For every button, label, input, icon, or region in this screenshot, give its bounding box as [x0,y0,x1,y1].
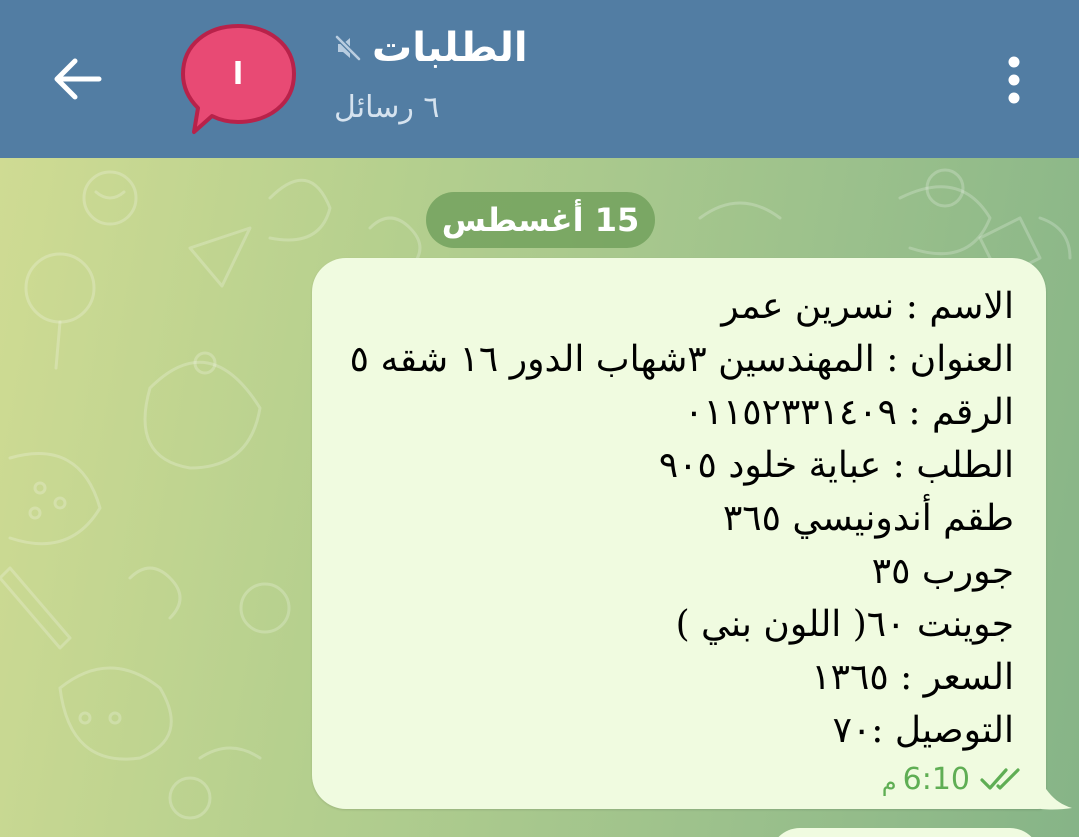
message-line-phone: الرقم : ٠١١٥٢٣٣١٤٠٩ [684,392,1014,433]
double-check-icon [980,766,1024,792]
more-vertical-icon [1008,56,1020,104]
message-count: ٦ رسائل [334,90,440,125]
avatar-letter: ا [232,56,244,92]
next-message-bubble[interactable] [770,828,1040,837]
avatar[interactable]: ا [180,22,302,138]
message-meta: م 6:10 [882,761,1024,797]
message-line-order: الطلب : عباية خلود ٩٠٥ [658,445,1014,486]
more-menu-button[interactable] [990,50,1038,110]
message-line-item-socks: جورب ٣٥ [871,551,1014,592]
message-line-name: الاسم : نسرين عمر [721,286,1014,327]
message-bubble[interactable]: الاسم : نسرين عمر العنوان : المهندسين ٣ش… [312,258,1046,809]
message-time: 6:10 [902,761,970,797]
bubble-tail [1034,758,1072,810]
chat-header: ا الطلبات ٦ رسائل [0,0,1079,158]
message-line-item-set: طقم أندونيسي ٣٦٥ [722,498,1014,539]
message-line-delivery: التوصيل :٧٠ [832,710,1014,751]
back-button[interactable] [42,48,112,110]
message-line-address: العنوان : المهندسين ٣شهاب الدور ١٦ شقه ٥ [349,339,1014,380]
arrow-left-icon [54,58,102,100]
chat-title-row[interactable]: الطلبات [334,24,528,72]
message-line-price: السعر : ١٣٦٥ [811,657,1014,698]
chat-area[interactable]: 15 أغسطس الاسم : نسرين عمر العنوان : الم… [0,158,1079,837]
message-text: الاسم : نسرين عمر العنوان : المهندسين ٣ش… [350,280,1014,757]
date-separator: 15 أغسطس [426,192,655,248]
message-time-suffix: م [881,768,897,796]
chat-title: الطلبات [372,25,528,71]
speaker-muted-icon [334,33,364,63]
message-line-item-joint: جوينت ٦٠( اللون بني ) [675,604,1014,645]
